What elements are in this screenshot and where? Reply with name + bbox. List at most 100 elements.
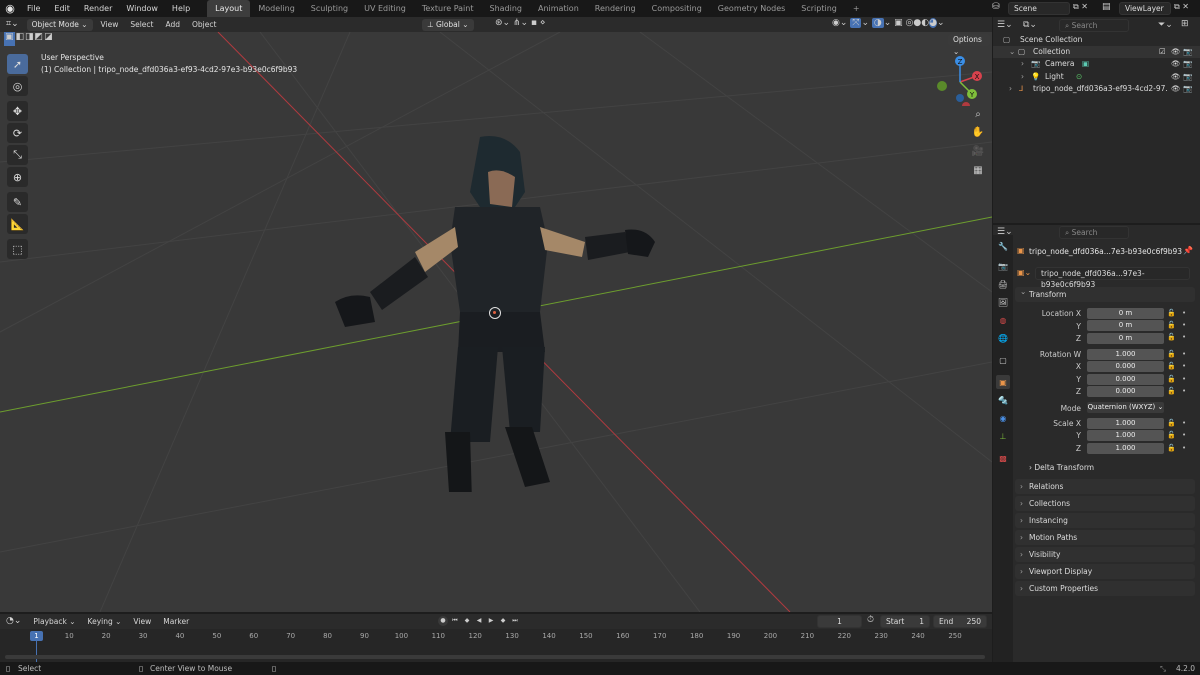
keyframe-dot-icon[interactable]: • xyxy=(1182,362,1186,370)
render-camera-icon[interactable]: 📷 xyxy=(1183,83,1192,95)
next-keyframe-icon[interactable]: ◆ xyxy=(498,616,508,626)
collections-panel-header[interactable]: Collections xyxy=(1015,496,1195,511)
tab-uv-editing[interactable]: UV Editing xyxy=(356,0,414,17)
end-frame-field[interactable]: End 250 xyxy=(933,615,987,628)
pan-hand-icon[interactable]: ✋ xyxy=(970,124,986,140)
timeline-editor-icon[interactable]: ◔⌄ xyxy=(0,614,27,629)
delta-transform-subpanel[interactable]: › Delta Transform xyxy=(1029,463,1094,472)
lock-icon[interactable]: 🔓 xyxy=(1167,321,1176,329)
select-mode-icons[interactable]: ▣ ◧ ◨ ◩ ◪ xyxy=(4,32,53,46)
menu-object[interactable]: Object xyxy=(186,17,222,32)
object-datablock-field[interactable]: tripo_node_dfd036a...97e3-b93e0c6f9b93 xyxy=(1035,267,1190,289)
scale-x-field[interactable]: 1.000 xyxy=(1087,418,1164,429)
object-datablock-icon[interactable]: ▣⌄ xyxy=(1017,268,1031,277)
blender-logo-icon[interactable]: ◉ xyxy=(0,0,20,17)
perspective-grid-icon[interactable]: ▦ xyxy=(970,162,986,178)
select-box-tool[interactable]: ➚ xyxy=(7,54,28,74)
cursor-tool[interactable]: ◎ xyxy=(7,76,28,96)
3d-viewport[interactable]: ▣ ◧ ◨ ◩ ◪ Options ⌄ User Perspective (1)… xyxy=(0,32,992,612)
render-camera-icon[interactable]: 📷 xyxy=(1183,71,1192,83)
keying-menu[interactable]: Keying ⌄ xyxy=(82,614,128,629)
timeline-view-menu[interactable]: View xyxy=(127,614,157,629)
keyframe-dot-icon[interactable]: • xyxy=(1182,350,1186,358)
output-tab-icon[interactable]: 🖨 xyxy=(996,277,1010,291)
menu-select[interactable]: Select xyxy=(124,17,159,32)
select-subtract-icon[interactable]: ◨ xyxy=(25,32,34,46)
filter-icon[interactable]: ⏷⌄ xyxy=(1158,20,1173,30)
playhead[interactable]: 1 xyxy=(30,631,43,641)
menu-edit[interactable]: Edit xyxy=(47,0,77,17)
relations-panel-header[interactable]: Relations xyxy=(1015,479,1195,494)
annotate-tool[interactable]: ✎ xyxy=(7,192,28,212)
object-tab-icon[interactable]: ▣ xyxy=(996,375,1010,389)
keyframe-dot-icon[interactable]: • xyxy=(1182,444,1186,452)
menu-add[interactable]: Add xyxy=(159,17,186,32)
keyframe-dot-icon[interactable]: • xyxy=(1182,419,1186,427)
keyframe-dot-icon[interactable]: • xyxy=(1182,387,1186,395)
options-dropdown[interactable]: Options ⌄ xyxy=(946,34,992,56)
outliner-editor-icon[interactable]: ☰⌄ xyxy=(997,20,1013,30)
expand-chevron-icon[interactable]: › xyxy=(1021,71,1024,83)
transform-panel-header[interactable]: Transform xyxy=(1015,284,1195,302)
scale-z-field[interactable]: 1.000 xyxy=(1087,443,1164,454)
editor-type-icon[interactable]: ⌗⌄ xyxy=(0,17,25,32)
collection-row[interactable]: ⌄ ▢ Collection ☑ 👁 📷 xyxy=(993,46,1200,58)
shading-controls[interactable]: ◉⌄ ⤧ ⌄ ◑ ⌄ ▣ ◎●◐◕⌄ xyxy=(832,18,945,28)
tab-layout[interactable]: Layout xyxy=(207,0,251,17)
camera-view-icon[interactable]: 🎥 xyxy=(970,143,986,159)
tool-tab-icon[interactable]: 🔧 xyxy=(996,239,1010,253)
lock-icon[interactable]: 🔓 xyxy=(1167,444,1176,452)
lock-icon[interactable]: 🔓 xyxy=(1167,333,1176,341)
eye-icon[interactable]: 👁 xyxy=(1171,83,1181,95)
lock-icon[interactable]: 🔓 xyxy=(1167,362,1176,370)
tab-scripting[interactable]: Scripting xyxy=(793,0,845,17)
play-reverse-icon[interactable]: ◀ xyxy=(474,616,484,626)
lock-icon[interactable]: 🔓 xyxy=(1167,431,1176,439)
select-new-icon[interactable]: ▣ xyxy=(4,32,15,46)
rotate-tool[interactable]: ⟳ xyxy=(7,123,28,143)
snap-pivot-icons[interactable]: ⊛⌄ ⋔⌄ ▪ ⋄ xyxy=(495,18,545,28)
location-x-field[interactable]: 0 m xyxy=(1087,308,1164,319)
properties-search-input[interactable]: ⌕ Search xyxy=(1059,226,1129,239)
lock-icon[interactable]: 🔓 xyxy=(1167,375,1176,383)
keyframe-dot-icon[interactable]: • xyxy=(1182,431,1186,439)
add-workspace-button[interactable]: + xyxy=(845,0,868,17)
render-camera-icon[interactable]: 📷 xyxy=(1183,46,1192,58)
display-mode-icon[interactable]: ⧉⌄ xyxy=(1023,20,1037,30)
tab-rendering[interactable]: Rendering xyxy=(587,0,644,17)
modifier-tab-icon[interactable]: 🔩 xyxy=(996,393,1010,407)
zoom-icon[interactable]: ⌕ xyxy=(970,106,986,122)
current-frame-field[interactable]: 1 xyxy=(817,615,862,628)
menu-view[interactable]: View xyxy=(95,17,125,32)
render-camera-icon[interactable]: 📷 xyxy=(1183,58,1192,70)
visibility-icon[interactable]: ◉⌄ xyxy=(832,18,847,28)
move-tool[interactable]: ✥ xyxy=(7,101,28,121)
jump-end-icon[interactable]: ⏭ xyxy=(510,616,520,626)
scale-y-field[interactable]: 1.000 xyxy=(1087,430,1164,441)
timeline-track[interactable]: 1102030405060708090100110120130140150160… xyxy=(0,629,992,662)
tab-sculpting[interactable]: Sculpting xyxy=(303,0,356,17)
tab-modeling[interactable]: Modeling xyxy=(250,0,302,17)
view-layer-field[interactable]: ViewLayer xyxy=(1119,2,1171,15)
pin-icon[interactable]: 📌 xyxy=(1183,246,1193,255)
tab-geometry-nodes[interactable]: Geometry Nodes xyxy=(710,0,793,17)
menu-render[interactable]: Render xyxy=(77,0,119,17)
keyframe-dot-icon[interactable]: • xyxy=(1182,375,1186,383)
eye-icon[interactable]: 👁 xyxy=(1171,71,1181,83)
overlay-toggle-icon[interactable]: ◑ xyxy=(871,18,884,28)
scene-buttons-icon[interactable]: ⧉ ✕ xyxy=(1073,2,1097,12)
view-layer-tab-icon[interactable]: 🖼 xyxy=(996,295,1010,309)
lock-icon[interactable]: 🔓 xyxy=(1167,387,1176,395)
auto-keying-icon[interactable]: ● xyxy=(438,616,448,626)
lock-icon[interactable]: 🔓 xyxy=(1167,419,1176,427)
location-y-field[interactable]: 0 m xyxy=(1087,320,1164,331)
add-cube-tool[interactable]: ⬚ xyxy=(7,239,28,259)
rotation-y-field[interactable]: 0.000 xyxy=(1087,374,1164,385)
camera-data-icon[interactable]: ▣ xyxy=(1082,58,1089,70)
object-row[interactable]: › ⅃ tripo_node_dfd036a3-ef93-4cd2-97... … xyxy=(993,83,1200,95)
keyframe-dot-icon[interactable]: • xyxy=(1182,309,1186,317)
transform-tool[interactable]: ⊕ xyxy=(7,167,28,187)
scene-field[interactable]: Scene xyxy=(1008,2,1070,15)
world-tab-icon[interactable]: 🌐 xyxy=(996,331,1010,345)
rotation-x-field[interactable]: 0.000 xyxy=(1087,361,1164,372)
